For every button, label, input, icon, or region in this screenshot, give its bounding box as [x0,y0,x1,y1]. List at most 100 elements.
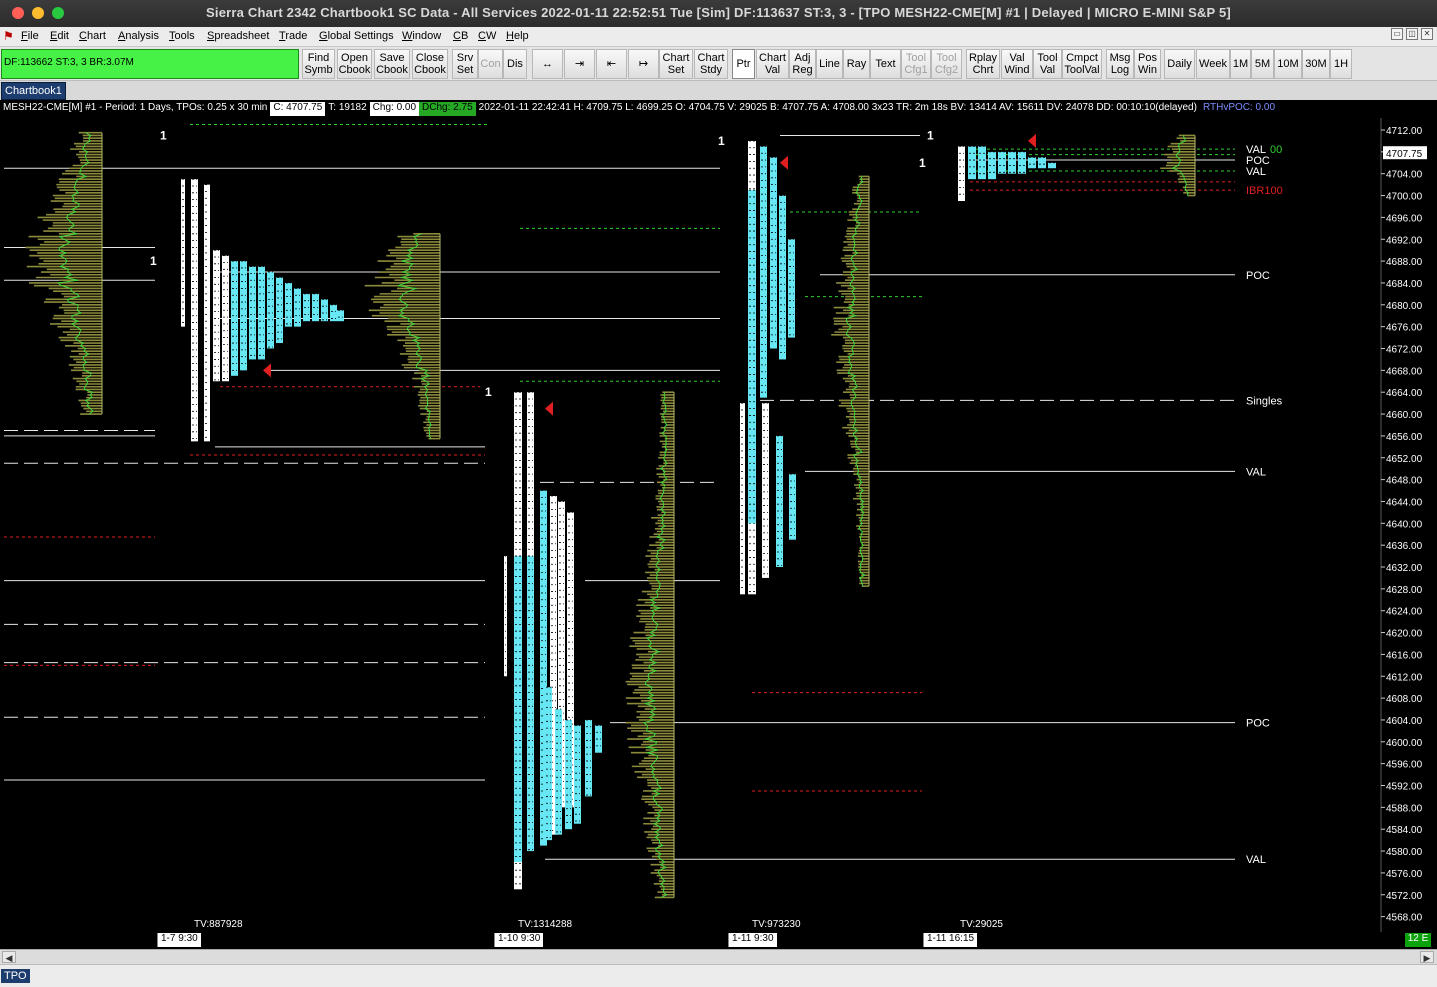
close-icon[interactable]: ✕ [1421,28,1433,40]
tpo-column [998,151,1006,174]
tpo-column [1008,151,1016,174]
price-tick-label: 4644.00 [1386,497,1423,508]
tpo-column [776,435,783,567]
menu-bar: ⚑ File Edit Chart Analysis Tools Spreads… [0,27,1437,47]
server-settings-button[interactable]: Srv Set [452,49,478,79]
scroll-right-icon[interactable]: ▶ [1420,951,1434,963]
menu-help[interactable]: Help [506,30,529,42]
scroll-to-right-icon[interactable]: ↦ [628,49,659,79]
chart-settings-button[interactable]: Chart Set [659,49,693,79]
replay-chart-button[interactable]: Rplay Chrt [966,49,1000,79]
tpo-column [978,146,986,180]
app-icon[interactable]: ⚑ [3,29,14,43]
tool-config2-button[interactable]: Tool Cfg2 [931,49,962,79]
tpo-column [968,146,976,180]
adjust-region-button[interactable]: Adj Reg [789,49,816,79]
info-trades: T: 19182 [328,102,367,113]
menu-chart[interactable]: Chart [79,30,106,42]
10m-timeframe-button[interactable]: 10M [1274,49,1302,79]
info-symbol: MESH22-CME[M] #1 - Period: 1 Days, TPOs:… [3,102,268,113]
profile-outline [57,132,94,415]
price-tick-label: 4664.00 [1386,388,1423,399]
horizontal-scrollbar[interactable]: ◀ ▶ [0,949,1437,964]
restore-icon[interactable]: ▭ [1391,28,1403,40]
menu-trade[interactable]: Trade [279,30,307,42]
tpo-chart[interactable]: 4712.004708.004704.004700.004696.004692.… [0,100,1437,932]
chart-info-line: MESH22-CME[M] #1 - Period: 1 Days, TPOs:… [0,102,1278,116]
tpo-column [574,725,581,824]
values-window-button[interactable]: Val Wind [1001,49,1033,79]
tab-tpo[interactable]: TPO [1,969,30,983]
price-tick-label: 4612.00 [1386,672,1423,683]
session-volume-label: TV:1314288 [518,919,573,930]
menu-spreadsheet[interactable]: Spreadsheet [207,30,269,42]
text-tool-button[interactable]: Text [870,49,901,79]
positions-window-button[interactable]: Pos Win [1134,49,1161,79]
compress-chart-icon[interactable]: ↔ [532,49,563,79]
5m-timeframe-button[interactable]: 5M [1251,49,1274,79]
menu-analysis[interactable]: Analysis [118,30,159,42]
tpo-chart-canvas[interactable]: 4712.004708.004704.004700.004696.004692.… [0,100,1437,932]
menu-global-settings[interactable]: Global Settings [319,30,394,42]
tile-icon[interactable]: ◫ [1406,28,1418,40]
save-chartbook-button[interactable]: Save Cbook [374,49,410,79]
expand-chart-icon[interactable]: ⇥ [564,49,595,79]
tool-values-button[interactable]: Tool Val [1033,49,1062,79]
close-chartbook-button[interactable]: Close Cbook [412,49,448,79]
week-timeframe-button[interactable]: Week [1196,49,1230,79]
tpo-column [585,719,592,797]
tpo-column [222,255,229,382]
30m-timeframe-button[interactable]: 30M [1302,49,1330,79]
menu-cb[interactable]: CB [453,30,468,42]
level-label: VAL [1246,166,1266,178]
level-label: 00 [1270,144,1282,156]
chart-studies-button[interactable]: Chart Stdy [694,49,728,79]
bottom-tab-bar: TPO [0,964,1437,987]
date-axis: 1-7 9:30 1-10 9:30 1-11 9:30 1-11 16:15 … [0,932,1437,949]
toolbar: DF:113662 ST:3, 3 BR:3.07M Find Symb Ope… [0,47,1437,81]
menu-edit[interactable]: Edit [50,30,69,42]
open-chartbook-button[interactable]: Open Cbook [337,49,372,79]
session-volume-label: TV:29025 [960,919,1003,930]
tpo-column [321,299,328,322]
daily-timeframe-button[interactable]: Daily [1164,49,1195,79]
tpo-column [514,556,522,862]
price-tick-label: 4672.00 [1386,345,1423,356]
level-label: POC [1246,718,1270,730]
menu-file[interactable]: File [21,30,39,42]
chart-values-button[interactable]: Chart Val [756,49,789,79]
scroll-left-icon[interactable]: ◀ [2,951,16,963]
connect-button[interactable]: Con [478,49,503,79]
tab-chartbook1[interactable]: Chartbook1 [1,82,66,100]
menu-window[interactable]: Window [402,30,441,42]
tool-config1-button[interactable]: Tool Cfg1 [901,49,931,79]
scroll-to-left-icon[interactable]: ⇤ [596,49,627,79]
1m-timeframe-button[interactable]: 1M [1230,49,1251,79]
zoom-indicator: 12 E [1405,933,1431,947]
price-tick-label: 4688.00 [1386,257,1423,268]
info-rthvpoc: RTHvPOC: 0.00 [1202,102,1276,113]
compact-tool-values-button[interactable]: Cmpct ToolVal [1062,49,1102,79]
pointer-tool-button[interactable]: Ptr [732,49,755,79]
price-tick-label: 4568.00 [1386,913,1423,924]
title-bar: Sierra Chart 2342 Chartbook1 SC Data - A… [0,0,1437,27]
price-tick-label: 4700.00 [1386,192,1423,203]
date-label: 1-11 16:15 [923,933,978,947]
find-symbol-button[interactable]: Find Symb [302,49,335,79]
tpo-column [748,190,756,524]
red-triangle-marker [1028,133,1036,148]
message-log-button[interactable]: Msg Log [1106,49,1134,79]
menu-cw[interactable]: CW [478,30,496,42]
info-daily-change: DChg: 2.75 [419,102,476,116]
line-tool-button[interactable]: Line [816,49,843,79]
price-tick-label: 4592.00 [1386,782,1423,793]
tpo-period-marker: 1 [160,128,167,142]
tpo-column [276,277,283,344]
menu-tools[interactable]: Tools [169,30,195,42]
tpo-column [1038,157,1046,169]
session-volume-label: TV:973230 [752,919,801,930]
ray-tool-button[interactable]: Ray [843,49,870,79]
tpo-column [762,403,769,578]
1h-timeframe-button[interactable]: 1H [1330,49,1352,79]
disconnect-button[interactable]: Dis [503,49,527,79]
